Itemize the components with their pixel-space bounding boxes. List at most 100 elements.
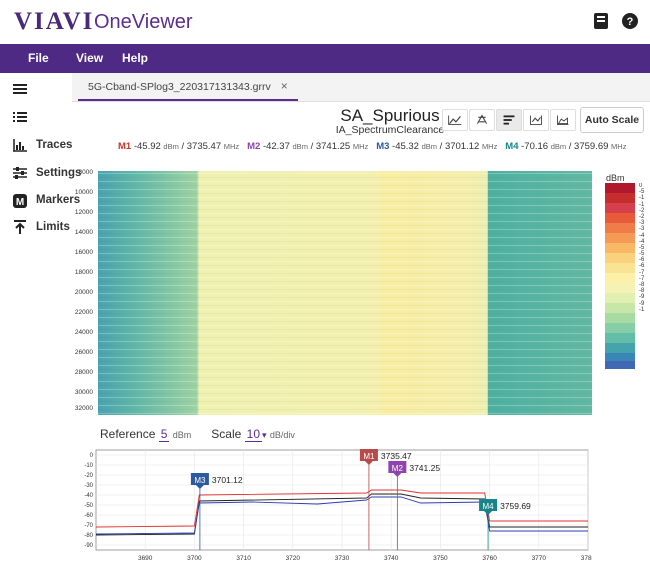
waterfall-tick: 22000 (74, 309, 93, 316)
chevron-down-icon[interactable]: ▾ (262, 430, 267, 440)
menu-bar: File View Help (0, 44, 650, 73)
x-tick-label: 3720 (286, 555, 301, 562)
unit-mhz: MHz (611, 142, 627, 151)
waterfall-tick: 20000 (74, 289, 93, 296)
legend-value: -1 (639, 306, 645, 313)
marker-readout-m2: M2 -42.37 dBm / 3741.25 MHz (247, 141, 368, 152)
marker-dbm: -45.32 (392, 141, 419, 152)
x-tick-label: 3750 (433, 555, 448, 562)
marker-flag-label: M1 (363, 452, 375, 461)
marker-value-label: 3741.25 (409, 463, 440, 473)
unit-mhz: MHz (481, 142, 498, 151)
unit-dbm: dBm (421, 142, 438, 151)
y-tick-label: 0 (90, 453, 94, 459)
unit-dbm: dBm (550, 142, 567, 151)
unit-dbm: dBm (292, 142, 308, 151)
sidebar-item-label: Limits (36, 221, 70, 233)
list-icon[interactable] (12, 109, 28, 125)
marker-freq: 3735.47 (186, 141, 222, 152)
hamburger-icon[interactable] (12, 81, 28, 97)
app-header: VIAVI OneViewer ? (0, 0, 650, 44)
marker-flag-label: M2 (392, 464, 404, 473)
marker-value-label: 3701.12 (212, 475, 243, 485)
reference-scale-controls: Reference 5 dBm Scale 10 ▾ dB/div (100, 427, 295, 442)
x-tick-label: 3740 (384, 555, 399, 562)
save-icon[interactable] (592, 12, 610, 30)
waterfall-tick: 14000 (74, 229, 93, 236)
marker-id: M4 (505, 141, 519, 152)
separator: / (310, 141, 314, 152)
marker-freq: 3759.69 (574, 141, 609, 152)
spectrum-icon[interactable] (523, 109, 549, 131)
legend-values: 0 -5 -1 -1 -2 -2 -3 -3 -4 -4 -5 -5 -6 -6… (639, 183, 650, 313)
line-chart-icon[interactable] (442, 109, 468, 131)
help-icon[interactable]: ? (621, 12, 639, 30)
svg-text:M: M (16, 197, 24, 208)
spectrum-chart[interactable]: 3690 3700 3710 3720 3730 3740 3750 3760 3770 378 0… (72, 446, 592, 564)
waterfall-heatmap[interactable] (98, 171, 592, 415)
menu-help[interactable]: Help (122, 51, 148, 65)
y-tick-label: -80 (84, 533, 93, 539)
reference-unit: dBm (172, 430, 192, 440)
unit-mhz: MHz (223, 142, 240, 151)
separator: / (568, 141, 572, 152)
sidebar: Traces Settings M Markers Limits (0, 73, 81, 568)
legend-title: dBm (606, 173, 625, 183)
color-legend (605, 183, 635, 369)
waterfall-tick: 28000 (74, 369, 93, 376)
waterfall-tick: 30000 (74, 389, 93, 396)
marker-dbm: -70.16 (521, 141, 549, 152)
waterfall-tick: 16000 (74, 249, 93, 256)
marker-freq: 3741.25 (315, 141, 351, 152)
separator: / (439, 141, 443, 152)
x-tick-label: 3770 (532, 555, 547, 562)
y-tick-label: -30 (84, 483, 93, 489)
unit-dbm: dBm (163, 142, 179, 151)
viavi-logo: VIAVI (14, 8, 95, 35)
y-tick-label: -70 (84, 523, 93, 529)
scale-select[interactable]: 10 (244, 427, 263, 442)
y-tick-label: -50 (84, 503, 93, 509)
y-tick-label: -90 (84, 543, 93, 549)
markers-icon: M (13, 194, 27, 208)
marker-readout-m1: M1 -45.92 dBm / 3735.47 MHz (118, 141, 239, 152)
y-tick-label: -10 (84, 463, 93, 469)
x-tick-label: 3700 (187, 555, 202, 562)
unit-mhz: MHz (352, 142, 369, 151)
auto-scale-button[interactable]: Auto Scale (580, 107, 644, 133)
waterfall-tick: 18000 (74, 269, 93, 276)
svg-text:?: ? (627, 16, 634, 28)
marker-value-label: 3759.69 (500, 501, 531, 511)
marker-id: M3 (376, 141, 390, 152)
marker-dbm: -42.37 (262, 141, 290, 152)
y-tick-label: -40 (84, 493, 93, 499)
waterfall-tick: 32000 (74, 405, 93, 412)
marker-readout-m3: M3 -45.32 dBm / 3701.12 MHz (376, 141, 497, 152)
marker-flag-label: M4 (483, 502, 495, 511)
waterfall-tick: 24000 (74, 329, 93, 336)
tab-file[interactable]: 5G-Cband-SPlog3_220317131343.grrv × (78, 73, 298, 101)
scale-label: Scale (211, 427, 242, 441)
menu-file[interactable]: File (28, 51, 49, 65)
waterfall-tick: 8000 (78, 169, 93, 176)
x-tick-label: 3730 (335, 555, 350, 562)
marker-readout: M1 -45.92 dBm / 3735.47 MHz M2 -42.37 dB… (118, 141, 626, 152)
reference-input[interactable]: 5 (158, 427, 170, 442)
x-tick-label: 3780 (581, 555, 592, 562)
settings-icon (13, 167, 27, 179)
peak-icon[interactable] (469, 109, 495, 131)
reference-label: Reference (100, 427, 156, 441)
sidebar-item-label: Traces (36, 139, 73, 151)
menu-view[interactable]: View (76, 51, 103, 65)
waterfall-tick: 12000 (74, 209, 93, 216)
marker-readout-m4: M4 -70.16 dBm / 3759.69 MHz (505, 141, 626, 152)
y-tick-label: -20 (84, 473, 93, 479)
waterfall-icon[interactable] (496, 109, 522, 131)
tab-label: 5G-Cband-SPlog3_220317131343.grrv (88, 81, 271, 93)
area-chart-icon[interactable] (550, 109, 576, 131)
close-icon[interactable]: × (281, 79, 288, 93)
waterfall-tick: 26000 (74, 349, 93, 356)
waterfall-y-axis: 8000 10000 12000 14000 16000 18000 20000… (70, 169, 96, 415)
scale-unit: dB/div (269, 430, 295, 440)
marker-dbm: -45.92 (133, 141, 161, 152)
